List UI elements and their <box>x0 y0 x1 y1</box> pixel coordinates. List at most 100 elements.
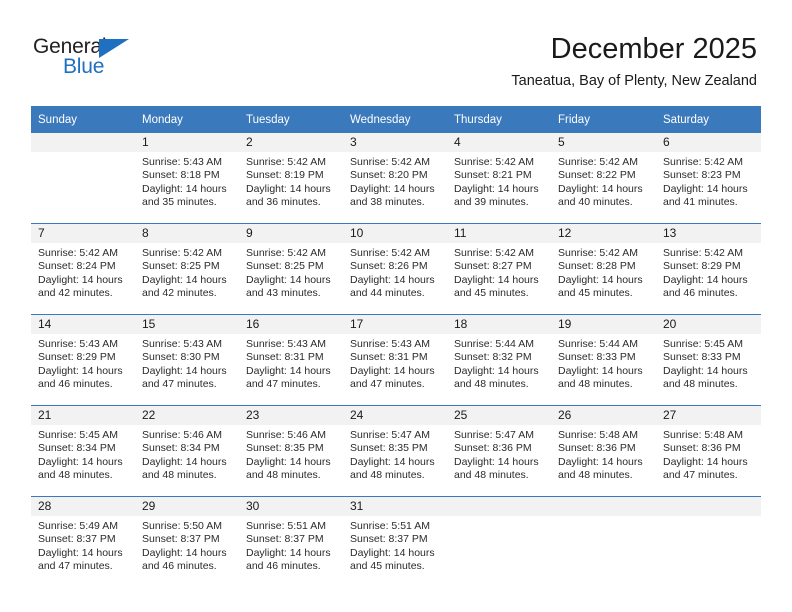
calendar-day-cell[interactable]: 18 Sunrise: 5:44 AM Sunset: 8:32 PM Dayligh… <box>447 314 551 406</box>
daylight-text-line2: and 48 minutes. <box>558 469 633 482</box>
calendar-day-cell[interactable]: 24 Sunrise: 5:47 AM Sunset: 8:35 PM Dayligh… <box>343 405 447 497</box>
calendar-day-cell[interactable]: 6 Sunrise: 5:42 AM Sunset: 8:23 PM Daylight… <box>656 133 761 224</box>
calendar-day-cell[interactable]: 12 Sunrise: 5:42 AM Sunset: 8:28 PM Dayligh… <box>551 223 656 315</box>
calendar-day-cell[interactable]: 27 Sunrise: 5:48 AM Sunset: 8:36 PM Dayligh… <box>656 405 761 497</box>
day-details: Sunrise: 5:42 AM Sunset: 8:28 PM Daylight:… <box>551 243 656 301</box>
calendar-day-cell[interactable]: 11 Sunrise: 5:42 AM Sunset: 8:27 PM Dayligh… <box>447 223 551 315</box>
calendar-day-cell[interactable]: 3 Sunrise: 5:42 AM Sunset: 8:20 PM Daylight… <box>343 133 447 224</box>
calendar-day-cell <box>31 133 135 224</box>
day-cell-inner: 11 Sunrise: 5:42 AM Sunset: 8:27 PM Dayligh… <box>447 224 551 314</box>
daylight-text-line1: Daylight: 14 hours <box>350 273 435 286</box>
day-number <box>551 497 656 516</box>
day-number: 27 <box>656 406 761 425</box>
day-cell-inner: 10 Sunrise: 5:42 AM Sunset: 8:26 PM Dayligh… <box>343 224 447 314</box>
day-details: Sunrise: 5:43 AM Sunset: 8:18 PM Daylight:… <box>135 152 239 210</box>
calendar-day-cell[interactable]: 30 Sunrise: 5:51 AM Sunset: 8:37 PM Dayligh… <box>239 496 343 587</box>
calendar-day-cell[interactable]: 13 Sunrise: 5:42 AM Sunset: 8:29 PM Dayligh… <box>656 223 761 315</box>
daylight-text-line1: Daylight: 14 hours <box>663 364 748 377</box>
day-details: Sunrise: 5:42 AM Sunset: 8:20 PM Daylight:… <box>343 152 447 210</box>
calendar-body: 1 Sunrise: 5:43 AM Sunset: 8:18 PM Daylight… <box>31 133 761 587</box>
day-number: 4 <box>447 133 551 152</box>
day-number: 12 <box>551 224 656 243</box>
calendar-day-cell[interactable]: 21 Sunrise: 5:45 AM Sunset: 8:34 PM Dayligh… <box>31 405 135 497</box>
calendar-day-cell[interactable]: 19 Sunrise: 5:44 AM Sunset: 8:33 PM Dayligh… <box>551 314 656 406</box>
day-number: 15 <box>135 315 239 334</box>
sunset-text: Sunset: 8:34 PM <box>142 442 220 455</box>
daylight-text-line2: and 48 minutes. <box>558 378 633 391</box>
day-cell-inner: 26 Sunrise: 5:48 AM Sunset: 8:36 PM Dayligh… <box>551 406 656 496</box>
sunrise-text: Sunrise: 5:51 AM <box>246 520 326 532</box>
daylight-text-line1: Daylight: 14 hours <box>142 455 227 468</box>
calendar-day-cell[interactable]: 4 Sunrise: 5:42 AM Sunset: 8:21 PM Daylight… <box>447 133 551 224</box>
calendar-day-cell[interactable]: 2 Sunrise: 5:42 AM Sunset: 8:19 PM Daylight… <box>239 133 343 224</box>
day-cell-inner: 23 Sunrise: 5:46 AM Sunset: 8:35 PM Dayligh… <box>239 406 343 496</box>
day-details: Sunrise: 5:51 AM Sunset: 8:37 PM Daylight:… <box>239 516 343 574</box>
calendar-day-cell[interactable]: 15 Sunrise: 5:43 AM Sunset: 8:30 PM Dayligh… <box>135 314 239 406</box>
daylight-text-line2: and 48 minutes. <box>663 378 738 391</box>
calendar-day-cell[interactable]: 9 Sunrise: 5:42 AM Sunset: 8:25 PM Daylight… <box>239 223 343 315</box>
calendar-day-cell[interactable]: 25 Sunrise: 5:47 AM Sunset: 8:36 PM Dayligh… <box>447 405 551 497</box>
sunset-text: Sunset: 8:32 PM <box>454 351 532 364</box>
calendar-day-cell[interactable]: 8 Sunrise: 5:42 AM Sunset: 8:25 PM Daylight… <box>135 223 239 315</box>
calendar-day-cell[interactable]: 31 Sunrise: 5:51 AM Sunset: 8:37 PM Dayligh… <box>343 496 447 587</box>
sunset-text: Sunset: 8:37 PM <box>38 533 116 546</box>
calendar-day-cell[interactable]: 17 Sunrise: 5:43 AM Sunset: 8:31 PM Dayligh… <box>343 314 447 406</box>
calendar-day-cell[interactable]: 22 Sunrise: 5:46 AM Sunset: 8:34 PM Dayligh… <box>135 405 239 497</box>
calendar-day-cell[interactable]: 16 Sunrise: 5:43 AM Sunset: 8:31 PM Dayligh… <box>239 314 343 406</box>
calendar-day-cell[interactable]: 28 Sunrise: 5:49 AM Sunset: 8:37 PM Dayligh… <box>31 496 135 587</box>
day-number: 10 <box>343 224 447 243</box>
day-cell-inner <box>551 497 656 587</box>
weekday-header-thursday: Thursday <box>447 106 551 133</box>
daylight-text-line2: and 40 minutes. <box>558 196 633 209</box>
daylight-text-line1: Daylight: 14 hours <box>663 455 748 468</box>
page-subtitle: Taneatua, Bay of Plenty, New Zealand <box>511 73 757 89</box>
calendar-day-cell[interactable]: 26 Sunrise: 5:48 AM Sunset: 8:36 PM Dayligh… <box>551 405 656 497</box>
weekday-header-tuesday: Tuesday <box>239 106 343 133</box>
daylight-text-line1: Daylight: 14 hours <box>246 273 331 286</box>
day-number: 31 <box>343 497 447 516</box>
calendar-day-cell[interactable]: 7 Sunrise: 5:42 AM Sunset: 8:24 PM Daylight… <box>31 223 135 315</box>
day-number: 25 <box>447 406 551 425</box>
day-details: Sunrise: 5:44 AM Sunset: 8:33 PM Daylight:… <box>551 334 656 392</box>
day-cell-inner: 27 Sunrise: 5:48 AM Sunset: 8:36 PM Dayligh… <box>656 406 761 496</box>
calendar-day-cell[interactable]: 1 Sunrise: 5:43 AM Sunset: 8:18 PM Daylight… <box>135 133 239 224</box>
day-cell-inner: 1 Sunrise: 5:43 AM Sunset: 8:18 PM Daylight… <box>135 133 239 223</box>
calendar-day-cell[interactable]: 20 Sunrise: 5:45 AM Sunset: 8:33 PM Dayligh… <box>656 314 761 406</box>
daylight-text-line2: and 48 minutes. <box>454 469 529 482</box>
calendar-day-cell[interactable]: 23 Sunrise: 5:46 AM Sunset: 8:35 PM Dayligh… <box>239 405 343 497</box>
calendar-week-row: 1 Sunrise: 5:43 AM Sunset: 8:18 PM Daylight… <box>31 133 761 224</box>
day-number: 8 <box>135 224 239 243</box>
day-cell-inner: 7 Sunrise: 5:42 AM Sunset: 8:24 PM Daylight… <box>31 224 135 314</box>
sunset-text: Sunset: 8:18 PM <box>142 169 220 182</box>
day-cell-inner: 14 Sunrise: 5:43 AM Sunset: 8:29 PM Dayligh… <box>31 315 135 405</box>
day-cell-inner <box>656 497 761 587</box>
daylight-text-line1: Daylight: 14 hours <box>142 546 227 559</box>
sunset-text: Sunset: 8:25 PM <box>246 260 324 273</box>
calendar-day-cell[interactable]: 5 Sunrise: 5:42 AM Sunset: 8:22 PM Daylight… <box>551 133 656 224</box>
sunrise-text: Sunrise: 5:43 AM <box>142 156 222 168</box>
sunrise-text: Sunrise: 5:50 AM <box>142 520 222 532</box>
weekday-header-sunday: Sunday <box>31 106 135 133</box>
daylight-text-line2: and 43 minutes. <box>246 287 321 300</box>
sunset-text: Sunset: 8:37 PM <box>350 533 428 546</box>
daylight-text-line1: Daylight: 14 hours <box>246 182 331 195</box>
calendar-day-cell[interactable]: 14 Sunrise: 5:43 AM Sunset: 8:29 PM Dayligh… <box>31 314 135 406</box>
general-blue-logo[interactable]: General Blue <box>33 36 163 84</box>
daylight-text-line1: Daylight: 14 hours <box>558 273 643 286</box>
logo-text-blue: Blue <box>63 55 105 78</box>
calendar-day-cell[interactable]: 10 Sunrise: 5:42 AM Sunset: 8:26 PM Dayligh… <box>343 223 447 315</box>
sunrise-text: Sunrise: 5:48 AM <box>558 429 638 441</box>
day-cell-inner: 30 Sunrise: 5:51 AM Sunset: 8:37 PM Dayligh… <box>239 497 343 587</box>
day-details: Sunrise: 5:42 AM Sunset: 8:24 PM Daylight:… <box>31 243 135 301</box>
day-details: Sunrise: 5:42 AM Sunset: 8:25 PM Daylight:… <box>135 243 239 301</box>
day-details: Sunrise: 5:42 AM Sunset: 8:22 PM Daylight:… <box>551 152 656 210</box>
sunset-text: Sunset: 8:22 PM <box>558 169 636 182</box>
sunrise-text: Sunrise: 5:42 AM <box>246 156 326 168</box>
day-number: 29 <box>135 497 239 516</box>
daylight-text-line2: and 44 minutes. <box>350 287 425 300</box>
calendar-day-cell[interactable]: 29 Sunrise: 5:50 AM Sunset: 8:37 PM Dayligh… <box>135 496 239 587</box>
day-number: 3 <box>343 133 447 152</box>
day-cell-inner: 8 Sunrise: 5:42 AM Sunset: 8:25 PM Daylight… <box>135 224 239 314</box>
sunrise-text: Sunrise: 5:43 AM <box>246 338 326 350</box>
calendar-day-cell <box>656 496 761 587</box>
